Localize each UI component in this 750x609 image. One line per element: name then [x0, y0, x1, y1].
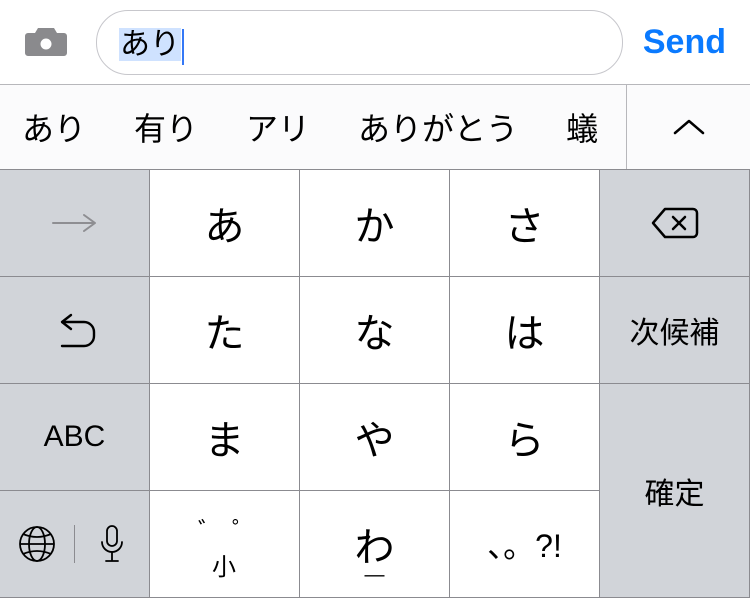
chevron-up-icon	[672, 117, 706, 137]
dakuten-mark: ゛	[198, 511, 222, 546]
backspace-icon	[651, 206, 699, 240]
text-cursor	[182, 29, 184, 65]
camera-icon	[24, 25, 68, 59]
key-ya[interactable]: や	[300, 384, 450, 491]
globe-mic-cell	[0, 491, 150, 598]
undo-key[interactable]	[0, 277, 150, 384]
arrow-right-icon	[51, 213, 99, 233]
candidate-2[interactable]: アリ	[222, 104, 334, 150]
candidate-3[interactable]: ありがとう	[334, 104, 542, 150]
globe-key[interactable]	[0, 525, 75, 563]
camera-button[interactable]	[18, 14, 74, 70]
key-sa[interactable]: さ	[450, 170, 600, 277]
mic-key[interactable]	[75, 524, 149, 564]
key-a[interactable]: あ	[150, 170, 300, 277]
next-candidate-key[interactable]: 次候補	[600, 277, 750, 384]
candidate-4[interactable]: 蟻	[542, 104, 622, 150]
message-input[interactable]: あり	[96, 10, 623, 75]
candidate-0[interactable]: あり	[0, 104, 110, 150]
input-text: あり	[119, 19, 184, 64]
backspace-key[interactable]	[600, 170, 750, 277]
expand-candidates-button[interactable]	[626, 85, 750, 169]
handakuten-mark: ゜	[232, 511, 256, 546]
candidate-1[interactable]: 有り	[110, 104, 222, 150]
abc-key[interactable]: ABC	[0, 384, 150, 491]
undo-icon	[54, 310, 96, 350]
key-wa-underscore: —	[365, 564, 385, 587]
key-ka[interactable]: か	[300, 170, 450, 277]
compose-bar: あり Send	[0, 0, 750, 84]
key-ma[interactable]: ま	[150, 384, 300, 491]
confirm-key[interactable]: 確定	[600, 384, 750, 598]
keyboard: あ か さ た な は 次候補 ABC ま や ら 確定	[0, 169, 750, 609]
key-ha[interactable]: は	[450, 277, 600, 384]
key-ra[interactable]: ら	[450, 384, 600, 491]
key-na[interactable]: な	[300, 277, 450, 384]
key-ta[interactable]: た	[150, 277, 300, 384]
key-dakuten-small[interactable]: ゛ ゜ 小	[150, 491, 300, 598]
globe-icon	[18, 525, 56, 563]
candidate-bar: あり 有り アリ ありがとう 蟻	[0, 85, 750, 169]
key-punctuation[interactable]: 、。?!	[450, 491, 600, 598]
next-key[interactable]	[0, 170, 150, 277]
small-kana-label: 小	[212, 547, 236, 582]
key-wa[interactable]: わ —	[300, 491, 450, 598]
mic-icon	[99, 524, 125, 564]
send-button[interactable]: Send	[637, 23, 732, 62]
